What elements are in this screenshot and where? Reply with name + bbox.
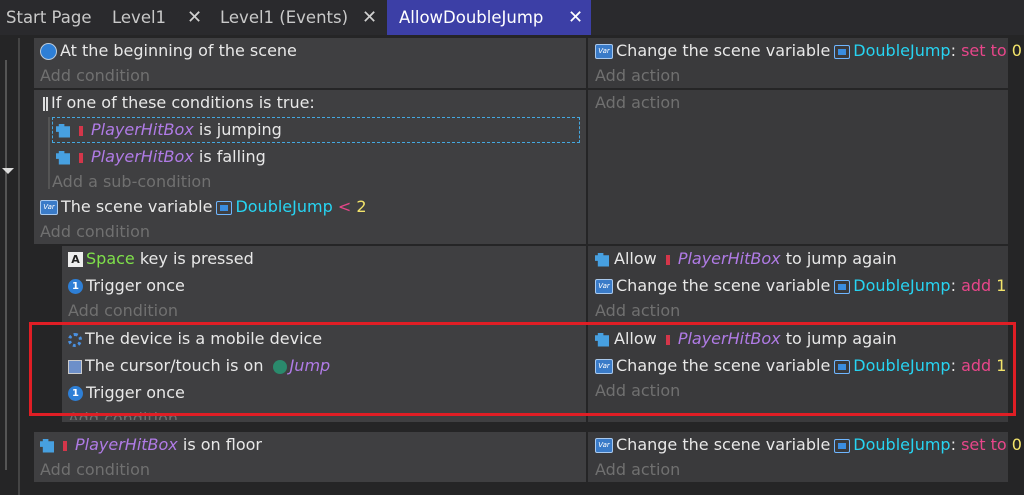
action-row[interactable]: Var Change the scene variable DoubleJump: … <box>595 432 1022 458</box>
add-action[interactable]: Add action <box>595 298 680 324</box>
sub-condition-row[interactable]: PlayerHitBox is falling <box>56 144 266 170</box>
tab-level1-events[interactable]: Level1 (Events) ✕ <box>220 0 385 35</box>
sub-condition-row[interactable]: PlayerHitBox is jumping <box>56 117 282 143</box>
scene-variable-icon <box>834 438 851 453</box>
scene-variable-icon <box>834 44 851 59</box>
puzzle-icon <box>56 150 70 165</box>
event-5-actions[interactable]: Var Change the scene variable DoubleJump: … <box>588 432 1022 483</box>
action-row[interactable]: Var Change the scene variable DoubleJump: … <box>595 273 1006 299</box>
event-5-conditions[interactable]: PlayerHitBox is on floor Add condition <box>34 432 586 482</box>
tab-start-page[interactable]: Start Page <box>6 0 92 35</box>
close-icon[interactable]: ✕ <box>568 0 583 35</box>
or-condition[interactable]: If one of these conditions is true: <box>43 90 315 116</box>
close-icon[interactable]: ✕ <box>187 0 202 35</box>
variable-icon: Var <box>40 200 58 215</box>
or-icon <box>43 96 48 111</box>
add-sub-condition[interactable]: Add a sub-condition <box>52 169 211 195</box>
tree-guide <box>18 38 20 495</box>
scene-start-icon <box>40 43 57 60</box>
variable-icon: Var <box>595 279 613 294</box>
close-icon[interactable]: ✕ <box>362 0 377 35</box>
scene-variable-icon <box>834 279 851 294</box>
puzzle-icon <box>595 252 609 267</box>
highlight-box <box>29 322 1016 416</box>
condition-row[interactable]: At the beginning of the scene <box>40 38 297 64</box>
keyboard-icon: A <box>68 252 83 267</box>
action-row[interactable]: Allow PlayerHitBox to jump again <box>595 246 897 272</box>
collapse-arrow-icon[interactable] <box>2 168 14 174</box>
event-3-actions[interactable]: Allow PlayerHitBox to jump again Var Chan… <box>588 246 1008 322</box>
object-icon <box>79 125 83 136</box>
action-row[interactable]: Var Change the scene variable DoubleJump: … <box>595 38 1022 64</box>
tree-guide <box>48 117 50 189</box>
add-condition[interactable]: Add condition <box>40 219 150 245</box>
add-action[interactable]: Add action <box>595 90 680 116</box>
variable-icon: Var <box>595 438 613 453</box>
condition-row[interactable]: 1 Trigger once <box>68 273 185 299</box>
object-icon <box>665 254 670 265</box>
event-1-actions[interactable]: Var Change the scene variable DoubleJump: … <box>588 38 1022 89</box>
add-condition[interactable]: Add condition <box>40 63 150 89</box>
add-action[interactable]: Add action <box>595 457 680 483</box>
scene-variable-icon <box>216 200 233 215</box>
object-icon <box>79 152 83 163</box>
event-sheet: At the beginning of the scene Add condit… <box>0 35 1024 495</box>
add-condition[interactable]: Add condition <box>40 457 150 483</box>
add-action[interactable]: Add action <box>595 63 680 89</box>
variable-icon: Var <box>595 44 613 59</box>
event-2-actions[interactable]: Add action <box>588 90 1008 244</box>
condition-row[interactable]: PlayerHitBox is on floor <box>40 432 262 458</box>
puzzle-icon <box>56 123 70 138</box>
trigger-once-icon: 1 <box>68 279 83 294</box>
object-icon <box>63 440 67 451</box>
add-condition[interactable]: Add condition <box>68 298 178 324</box>
tab-allowdoublejump[interactable]: AllowDoubleJump ✕ <box>387 0 591 35</box>
event-1-conditions[interactable]: At the beginning of the scene Add condit… <box>34 38 586 88</box>
condition-row[interactable]: Var The scene variable DoubleJump < 2 <box>40 194 367 220</box>
event-3-conditions[interactable]: A Space key is pressed 1 Trigger once Add … <box>62 246 586 322</box>
tree-guide <box>5 60 7 470</box>
puzzle-icon <box>40 438 54 453</box>
event-2-conditions[interactable]: If one of these conditions is true: Play… <box>34 90 586 244</box>
condition-row[interactable]: A Space key is pressed <box>68 246 254 272</box>
tab-level1[interactable]: Level1 ✕ <box>112 0 230 35</box>
tab-bar: Start Page Level1 ✕ Level1 (Events) ✕ Al… <box>0 0 1024 35</box>
